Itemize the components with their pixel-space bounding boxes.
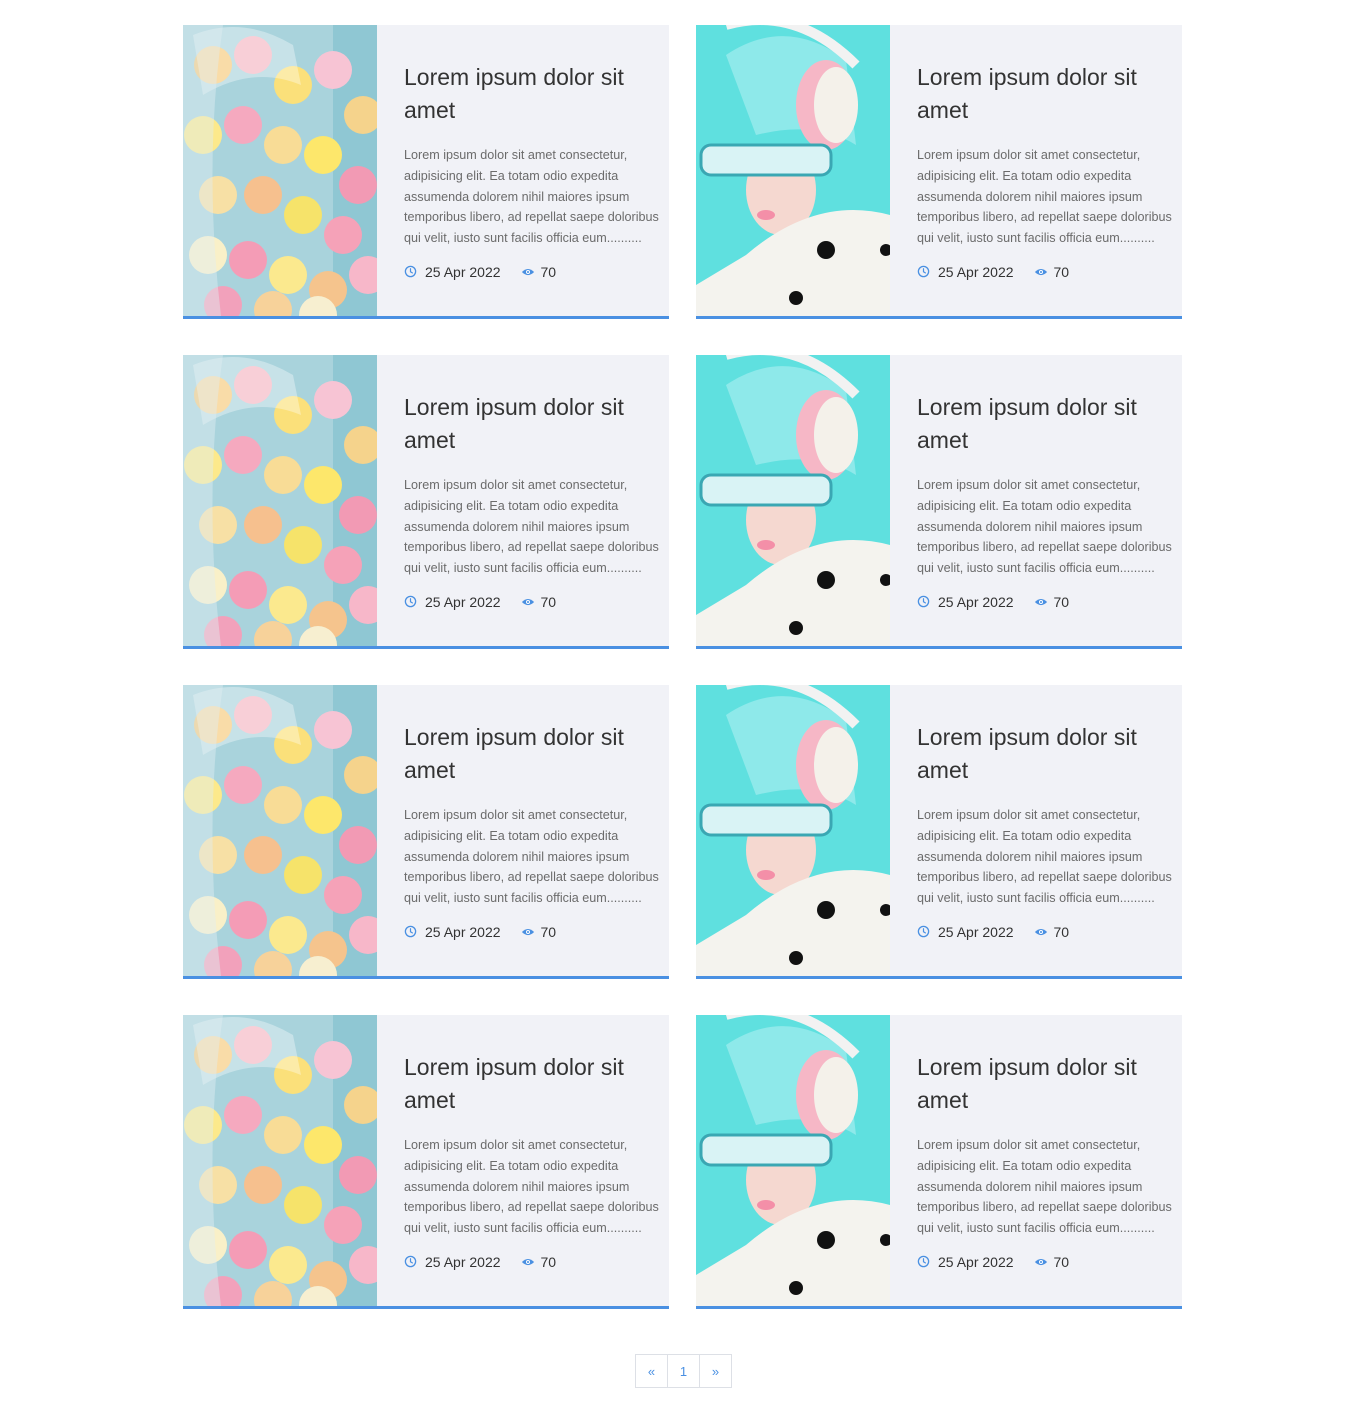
post-meta: 25 Apr 2022 70 (917, 263, 1175, 281)
post-meta: 25 Apr 2022 70 (404, 593, 662, 611)
post-views: 70 (540, 923, 557, 940)
post-views: 70 (540, 593, 557, 610)
post-title[interactable]: Lorem ipsum dolor sit amet (404, 61, 662, 127)
pagination-page-1-button[interactable]: 1 (668, 1355, 700, 1387)
post-excerpt: Lorem ipsum dolor sit amet consectetur, … (404, 1138, 659, 1236)
post-meta: 25 Apr 2022 70 (404, 263, 662, 281)
post-title[interactable]: Lorem ipsum dolor sit amet (404, 391, 662, 457)
post-body: Lorem ipsum dolor sit amet Lorem ipsum do… (404, 721, 662, 941)
clock-icon (404, 1255, 417, 1268)
candy-jar-photo[interactable] (183, 685, 377, 976)
clock-icon (404, 265, 417, 278)
post-body: Lorem ipsum dolor sit amet Lorem ipsum do… (917, 391, 1175, 611)
post-body: Lorem ipsum dolor sit amet Lorem ipsum do… (404, 391, 662, 611)
post-date: 25 Apr 2022 (938, 1253, 1014, 1270)
clock-icon (917, 925, 930, 938)
post-meta: 25 Apr 2022 70 (917, 1253, 1175, 1271)
post-excerpt: Lorem ipsum dolor sit amet consectetur, … (917, 148, 1172, 246)
post-excerpt: Lorem ipsum dolor sit amet consectetur, … (404, 478, 659, 576)
clock-icon (917, 265, 930, 278)
post-body: Lorem ipsum dolor sit amet Lorem ipsum do… (404, 61, 662, 281)
eye-icon (521, 1257, 535, 1267)
post-date: 25 Apr 2022 (938, 923, 1014, 940)
post-card[interactable]: Lorem ipsum dolor sit amet Lorem ipsum do… (183, 1015, 669, 1309)
post-title[interactable]: Lorem ipsum dolor sit amet (917, 391, 1175, 457)
post-date: 25 Apr 2022 (425, 1253, 501, 1270)
post-card[interactable]: Lorem ipsum dolor sit amet Lorem ipsum do… (696, 355, 1182, 649)
eye-icon (1034, 597, 1048, 607)
post-title[interactable]: Lorem ipsum dolor sit amet (404, 721, 662, 787)
post-card[interactable]: Lorem ipsum dolor sit amet Lorem ipsum do… (696, 685, 1182, 979)
candy-jar-photo[interactable] (183, 25, 377, 316)
post-date: 25 Apr 2022 (938, 263, 1014, 280)
pagination: « 1 » (635, 1354, 732, 1388)
post-meta: 25 Apr 2022 70 (404, 1253, 662, 1271)
post-card[interactable]: Lorem ipsum dolor sit amet Lorem ipsum do… (696, 25, 1182, 319)
post-excerpt: Lorem ipsum dolor sit amet consectetur, … (404, 808, 659, 906)
clock-icon (917, 595, 930, 608)
post-date: 25 Apr 2022 (425, 923, 501, 940)
post-views: 70 (540, 263, 557, 280)
pagination-prev-button[interactable]: « (636, 1355, 668, 1387)
post-body: Lorem ipsum dolor sit amet Lorem ipsum do… (917, 721, 1175, 941)
eye-icon (1034, 267, 1048, 277)
headphones-woman-photo[interactable] (696, 355, 890, 646)
post-meta: 25 Apr 2022 70 (917, 923, 1175, 941)
post-excerpt: Lorem ipsum dolor sit amet consectetur, … (917, 808, 1172, 906)
post-title[interactable]: Lorem ipsum dolor sit amet (917, 1051, 1175, 1117)
eye-icon (521, 597, 535, 607)
post-views: 70 (540, 1253, 557, 1270)
candy-jar-photo[interactable] (183, 355, 377, 646)
post-excerpt: Lorem ipsum dolor sit amet consectetur, … (404, 148, 659, 246)
post-views: 70 (1053, 923, 1070, 940)
post-excerpt: Lorem ipsum dolor sit amet consectetur, … (917, 478, 1172, 576)
post-date: 25 Apr 2022 (425, 263, 501, 280)
headphones-woman-photo[interactable] (696, 685, 890, 976)
blog-post-grid: Lorem ipsum dolor sit amet Lorem ipsum do… (0, 0, 1367, 1330)
headphones-woman-photo[interactable] (696, 25, 890, 316)
post-title[interactable]: Lorem ipsum dolor sit amet (917, 721, 1175, 787)
eye-icon (1034, 1257, 1048, 1267)
post-body: Lorem ipsum dolor sit amet Lorem ipsum do… (404, 1051, 662, 1271)
post-date: 25 Apr 2022 (425, 593, 501, 610)
eye-icon (521, 267, 535, 277)
eye-icon (1034, 927, 1048, 937)
post-card[interactable]: Lorem ipsum dolor sit amet Lorem ipsum do… (183, 685, 669, 979)
post-body: Lorem ipsum dolor sit amet Lorem ipsum do… (917, 1051, 1175, 1271)
post-views: 70 (1053, 593, 1070, 610)
post-card[interactable]: Lorem ipsum dolor sit amet Lorem ipsum do… (183, 355, 669, 649)
post-title[interactable]: Lorem ipsum dolor sit amet (404, 1051, 662, 1117)
clock-icon (404, 925, 417, 938)
pagination-next-button[interactable]: » (700, 1355, 731, 1387)
post-date: 25 Apr 2022 (938, 593, 1014, 610)
headphones-woman-photo[interactable] (696, 1015, 890, 1306)
candy-jar-photo[interactable] (183, 1015, 377, 1306)
clock-icon (404, 595, 417, 608)
post-excerpt: Lorem ipsum dolor sit amet consectetur, … (917, 1138, 1172, 1236)
post-views: 70 (1053, 263, 1070, 280)
eye-icon (521, 927, 535, 937)
post-title[interactable]: Lorem ipsum dolor sit amet (917, 61, 1175, 127)
post-meta: 25 Apr 2022 70 (404, 923, 662, 941)
post-views: 70 (1053, 1253, 1070, 1270)
post-card[interactable]: Lorem ipsum dolor sit amet Lorem ipsum do… (696, 1015, 1182, 1309)
post-meta: 25 Apr 2022 70 (917, 593, 1175, 611)
clock-icon (917, 1255, 930, 1268)
post-card[interactable]: Lorem ipsum dolor sit amet Lorem ipsum do… (183, 25, 669, 319)
post-body: Lorem ipsum dolor sit amet Lorem ipsum do… (917, 61, 1175, 281)
